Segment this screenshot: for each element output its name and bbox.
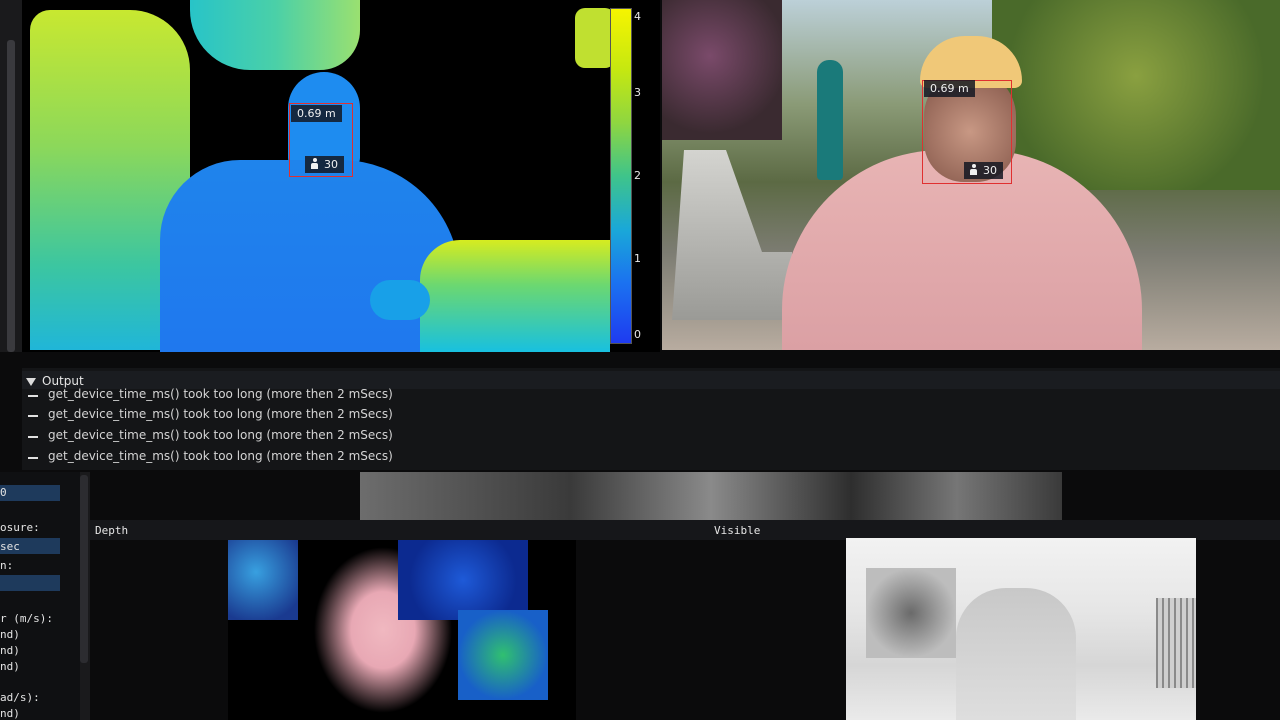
log-message: get_device_time_ms() took too long (more… bbox=[48, 387, 393, 401]
colorbar-tick-4: 4 bbox=[634, 10, 641, 23]
visible-stream-person bbox=[956, 588, 1076, 720]
depth-region-arm bbox=[370, 280, 430, 320]
depth-region-top-right bbox=[575, 8, 615, 68]
visible-stream-view bbox=[846, 538, 1196, 720]
bullet-icon bbox=[28, 395, 38, 397]
setting-input-1-value: 0 bbox=[0, 486, 7, 499]
accel-value-2: nd) bbox=[0, 644, 20, 657]
accel-value-1: nd) bbox=[0, 628, 20, 641]
colorbar-tick-3: 3 bbox=[634, 86, 641, 99]
settings-scrollbar-thumb[interactable] bbox=[80, 475, 88, 663]
settings-panel: 0 osure: sec n: r (m/s): nd) nd) nd) ad/… bbox=[0, 472, 80, 720]
accel-label: r (m/s): bbox=[0, 612, 53, 625]
log-message: get_device_time_ms() took too long (more… bbox=[48, 449, 393, 463]
log-entry: get_device_time_ms() took too long (more… bbox=[22, 406, 1280, 426]
exposure-value: sec bbox=[0, 540, 20, 553]
ir-thumbnail-strip bbox=[360, 472, 1062, 520]
bullet-icon bbox=[28, 457, 38, 459]
depth-colorized-view: 4 3 2 1 0 0.69 m 30 bbox=[0, 0, 660, 352]
depth-stream-green-region bbox=[458, 610, 548, 700]
stream-header-bar: Depth Visible bbox=[90, 520, 1280, 540]
depth-stream-blue-region bbox=[398, 540, 528, 620]
depth-distance-text: 0.69 m bbox=[297, 107, 336, 120]
log-entry: get_device_time_ms() took too long (more… bbox=[22, 448, 1280, 468]
log-message: get_device_time_ms() took too long (more… bbox=[48, 428, 393, 442]
depth-stream-left-region bbox=[228, 540, 298, 620]
bullet-icon bbox=[28, 436, 38, 438]
depth-stream-view bbox=[228, 540, 576, 720]
log-message: get_device_time_ms() took too long (more… bbox=[48, 407, 393, 421]
depth-region-person-body bbox=[160, 160, 460, 352]
visible-stream-tree bbox=[866, 568, 956, 658]
depth-stream-label: Depth bbox=[95, 524, 129, 537]
rgb-umbrella bbox=[817, 60, 843, 180]
rgb-confidence-text: 30 bbox=[983, 164, 997, 177]
gain-label: n: bbox=[0, 559, 14, 572]
rgb-distance-text: 0.69 m bbox=[930, 82, 969, 95]
visible-stream-label: Visible bbox=[714, 524, 761, 537]
log-entry: get_device_time_ms() took too long (more… bbox=[22, 427, 1280, 447]
colorbar-tick-0: 0 bbox=[634, 328, 641, 341]
depth-region-top bbox=[190, 0, 360, 70]
collapse-triangle-icon[interactable] bbox=[26, 378, 36, 386]
depth-confidence-label: 30 bbox=[305, 156, 344, 173]
bullet-icon bbox=[28, 415, 38, 417]
rgb-camera-view: 0.69 m 30 bbox=[662, 0, 1280, 350]
log-entry: get_device_time_ms() took too long (more… bbox=[22, 386, 1280, 406]
visible-stream-fence bbox=[1156, 598, 1196, 688]
gyro-label: ad/s): bbox=[0, 691, 40, 704]
rgb-tree-left bbox=[662, 0, 782, 140]
left-scrollbar-thumb[interactable] bbox=[7, 40, 15, 352]
rgb-distance-label: 0.69 m bbox=[924, 80, 975, 97]
gyro-value-1: nd) bbox=[0, 707, 20, 720]
depth-confidence-text: 30 bbox=[324, 158, 338, 171]
setting-input-1[interactable] bbox=[0, 485, 60, 501]
colorbar-tick-2: 2 bbox=[634, 169, 641, 182]
depth-colorbar bbox=[610, 8, 632, 344]
depth-distance-label: 0.69 m bbox=[291, 105, 342, 122]
rgb-confidence-label: 30 bbox=[964, 162, 1003, 179]
accel-value-3: nd) bbox=[0, 660, 20, 673]
person-icon bbox=[311, 158, 318, 169]
colorbar-tick-1: 1 bbox=[634, 252, 641, 265]
exposure-label: osure: bbox=[0, 521, 40, 534]
rgb-lounge-chair bbox=[672, 150, 792, 320]
output-panel: Output get_device_time_ms() took too lon… bbox=[22, 368, 1280, 470]
person-icon bbox=[970, 164, 977, 175]
depth-region-floor-right bbox=[420, 240, 610, 352]
gain-input[interactable] bbox=[0, 575, 60, 591]
